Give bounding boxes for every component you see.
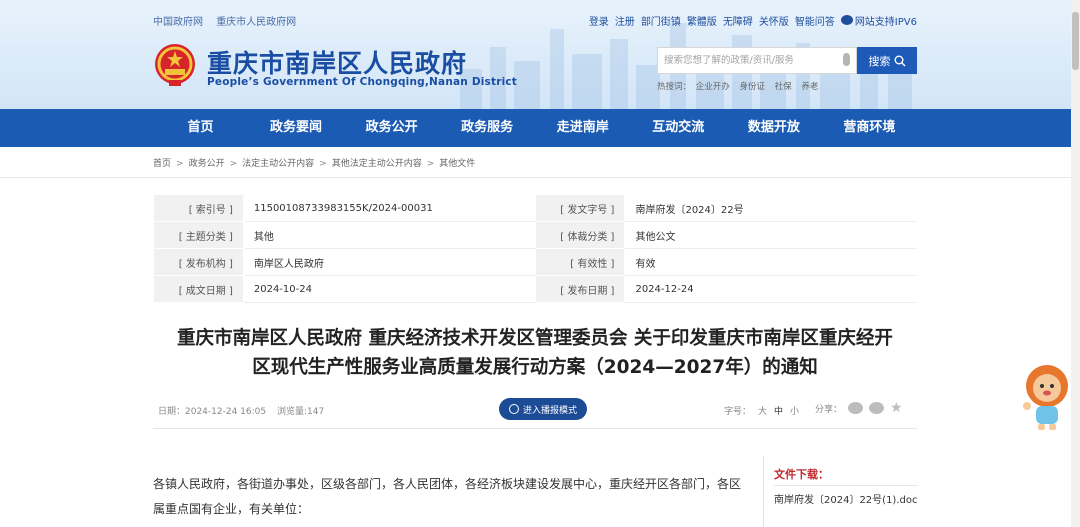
nav-gov-services[interactable]: 政务服务 bbox=[440, 109, 535, 147]
breadcrumb-item[interactable]: 其他文件 bbox=[439, 159, 475, 169]
search-button-label: 搜索 bbox=[868, 54, 891, 68]
file-download-panel: 文件下载： 南岸府发〔2024〕22号(1).doc bbox=[763, 456, 918, 527]
hot-word[interactable]: 养老 bbox=[801, 82, 818, 92]
info-key: [ 发布机构 ] bbox=[153, 248, 244, 276]
info-value: 其他 bbox=[242, 221, 536, 249]
register-link[interactable]: 注册 bbox=[615, 13, 635, 28]
wechat-icon bbox=[840, 15, 853, 25]
info-value: 2024-10-24 bbox=[242, 275, 536, 303]
font-size-small[interactable]: 小 bbox=[790, 404, 799, 417]
ipv6-label: 网站支持IPV6 bbox=[840, 13, 917, 28]
info-key: [ 索引号 ] bbox=[153, 194, 244, 222]
document-body: 各镇人民政府，各街道办事处，区级各部门，各人民团体，各经济板块建设发展中心，重庆… bbox=[153, 477, 742, 516]
info-key: [ 有效性 ] bbox=[534, 248, 626, 276]
file-download-title: 文件下载： bbox=[774, 468, 829, 481]
nav-home[interactable]: 首页 bbox=[153, 109, 248, 147]
search-input[interactable] bbox=[658, 48, 836, 73]
main-navigation: 首页 政务要闻 政务公开 政务服务 走进南岸 互动交流 数据开放 营商环境 bbox=[0, 109, 1080, 147]
font-size-large[interactable]: 大 bbox=[758, 404, 767, 417]
traditional-chinese-link[interactable]: 繁體版 bbox=[687, 13, 717, 28]
search-button[interactable]: 搜索 bbox=[857, 47, 917, 74]
table-row: [ 主题分类 ] 其他 [ 体裁分类 ] 其他公文 bbox=[153, 221, 917, 249]
publish-date: 日期：2024-12-24 16:05 bbox=[158, 407, 267, 417]
table-row: [ 发布机构 ] 南岸区人民政府 [ 有效性 ] 有效 bbox=[153, 248, 917, 276]
nav-interaction[interactable]: 互动交流 bbox=[631, 109, 726, 147]
site-title[interactable]: 重庆市南岸区人民政府 bbox=[207, 44, 467, 80]
nav-business-environment[interactable]: 营商环境 bbox=[822, 109, 917, 147]
document-meta: 日期：2024-12-24 16:05 浏览量:147 bbox=[158, 404, 332, 417]
speaker-icon bbox=[508, 404, 519, 414]
info-value: 其他公文 bbox=[624, 221, 917, 249]
document-info-table: [ 索引号 ] 11500108733983155K/2024-00031 [ … bbox=[153, 194, 917, 303]
info-key: [ 主题分类 ] bbox=[153, 221, 244, 249]
table-row: [ 索引号 ] 11500108733983155K/2024-00031 [ … bbox=[153, 194, 917, 222]
departments-link[interactable]: 部门街镇 bbox=[641, 13, 681, 28]
breadcrumb: 首页 > 政务公开 > 法定主动公开内容 > 其他法定主动公开内容 > 其他文件 bbox=[153, 159, 476, 169]
national-emblem-icon bbox=[155, 44, 195, 86]
read-aloud-button[interactable]: 进入播报模式 bbox=[499, 398, 587, 420]
download-file-link[interactable]: 南岸府发〔2024〕22号(1).doc bbox=[774, 491, 917, 506]
hot-label: 热搜词： bbox=[657, 82, 692, 92]
nav-open-data[interactable]: 数据开放 bbox=[726, 109, 821, 147]
font-size-controls: 字号： 大 中 小 bbox=[724, 404, 799, 417]
site-subtitle: People’s Government Of Chongqing,Nanan D… bbox=[207, 76, 518, 88]
info-key: [ 发文字号 ] bbox=[534, 194, 626, 222]
link-cq-gov[interactable]: 重庆市人民政府网 bbox=[216, 17, 296, 28]
nav-about-nanan[interactable]: 走进南岸 bbox=[535, 109, 630, 147]
share-label: 分享： bbox=[815, 404, 843, 415]
breadcrumb-item[interactable]: 其他法定主动公开内容 bbox=[332, 159, 422, 169]
font-size-label: 字号： bbox=[724, 407, 752, 417]
info-value: 南岸区人民政府 bbox=[242, 248, 536, 276]
info-value: 11500108733983155K/2024-00031 bbox=[242, 194, 536, 222]
document-title: 重庆市南岸区人民政府 重庆经济技术开发区管理委员会 关于印发重庆市南岸区重庆经开… bbox=[153, 324, 917, 382]
read-aloud-label: 进入播报模式 bbox=[522, 405, 577, 416]
wechat-share-icon[interactable] bbox=[869, 402, 885, 414]
link-gov-cn[interactable]: 中国政府网 bbox=[153, 17, 203, 28]
microphone-icon[interactable] bbox=[843, 53, 850, 66]
ipv6-text: 网站支持IPV6 bbox=[854, 17, 917, 28]
hot-word[interactable]: 企业开办 bbox=[696, 82, 730, 92]
utility-links: 登录 注册 部门街镇 繁體版 无障碍 关怀版 智能问答 网站支持IPV6 bbox=[589, 13, 917, 28]
share-controls: 分享： ★ bbox=[815, 400, 903, 416]
accessibility-link[interactable]: 无障碍 bbox=[723, 13, 753, 28]
top-links: 中国政府网 重庆市人民政府网 bbox=[153, 13, 306, 28]
weibo-icon[interactable] bbox=[848, 402, 864, 414]
divider bbox=[153, 428, 917, 429]
divider bbox=[0, 177, 1080, 178]
document-title-line: 重庆市南岸区人民政府 重庆经济技术开发区管理委员会 关于印发重庆市南岸区重庆经开 bbox=[177, 328, 893, 349]
search-box bbox=[657, 47, 857, 74]
lion-mascot-icon[interactable] bbox=[1018, 362, 1076, 432]
info-value: 有效 bbox=[624, 248, 917, 276]
hot-word[interactable]: 身份证 bbox=[739, 82, 765, 92]
search-icon bbox=[894, 55, 905, 66]
care-mode-link[interactable]: 关怀版 bbox=[759, 13, 789, 28]
page-scrollbar[interactable] bbox=[1071, 0, 1080, 527]
breadcrumb-item[interactable]: 法定主动公开内容 bbox=[242, 159, 314, 169]
divider bbox=[774, 485, 918, 486]
favorite-star-icon[interactable]: ★ bbox=[890, 400, 903, 416]
info-key: [ 体裁分类 ] bbox=[534, 221, 626, 249]
site-header: 中国政府网 重庆市人民政府网 登录 注册 部门街镇 繁體版 无障碍 关怀版 智能… bbox=[0, 0, 1080, 109]
nav-gov-affairs-open[interactable]: 政务公开 bbox=[344, 109, 439, 147]
document-title-line: 区现代生产性服务业高质量发展行动方案（2024—2027年）的通知 bbox=[252, 357, 818, 378]
hot-word[interactable]: 社保 bbox=[775, 82, 792, 92]
nav-news[interactable]: 政务要闻 bbox=[249, 109, 344, 147]
scrollbar-thumb[interactable] bbox=[1072, 12, 1079, 70]
view-count: 浏览量:147 bbox=[276, 407, 325, 417]
table-row: [ 成文日期 ] 2024-10-24 [ 发布日期 ] 2024-12-24 bbox=[153, 275, 917, 303]
smart-qa-link[interactable]: 智能问答 bbox=[795, 13, 835, 28]
login-link[interactable]: 登录 bbox=[589, 13, 609, 28]
font-size-medium[interactable]: 中 bbox=[774, 404, 783, 417]
hot-search-words: 热搜词： 企业开办 身份证 社保 养老 bbox=[657, 80, 825, 92]
info-value: 南岸府发〔2024〕22号 bbox=[624, 194, 917, 222]
breadcrumb-item[interactable]: 首页 bbox=[153, 159, 171, 169]
info-value: 2024-12-24 bbox=[624, 275, 917, 303]
info-key: [ 发布日期 ] bbox=[534, 275, 626, 303]
info-key: [ 成文日期 ] bbox=[153, 275, 244, 303]
breadcrumb-item[interactable]: 政务公开 bbox=[189, 159, 225, 169]
